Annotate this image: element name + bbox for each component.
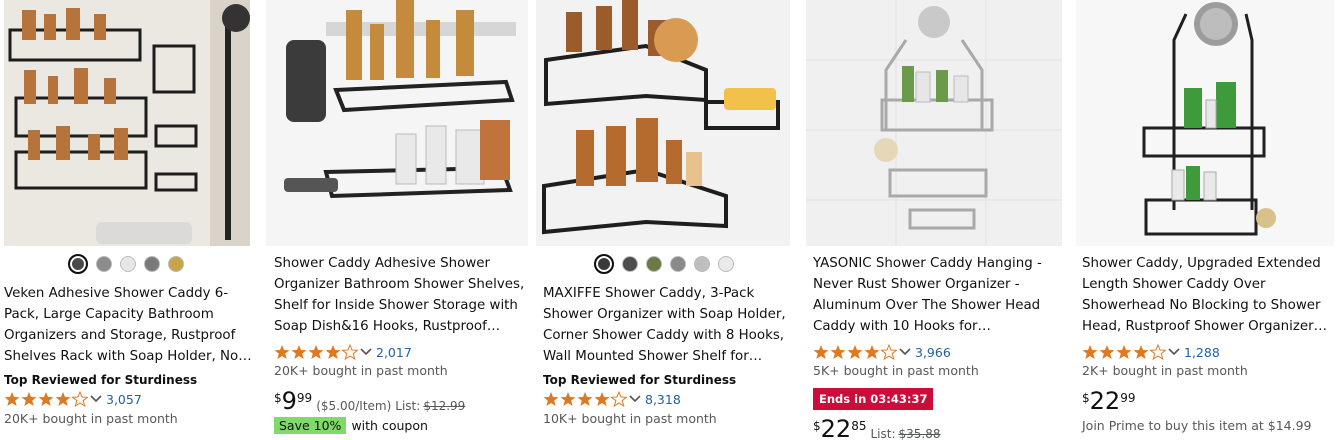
price[interactable]: $ 22 99: [1082, 388, 1135, 414]
star-rating: [543, 391, 627, 407]
product-image[interactable]: [536, 0, 790, 246]
color-swatch[interactable]: [96, 256, 112, 272]
product-image[interactable]: [266, 0, 528, 246]
shower-caddy-photo: [4, 0, 250, 246]
product-title[interactable]: Veken Adhesive Shower Caddy 6-Pack, Larg…: [4, 283, 252, 367]
deal-badge: Ends in 03:43:37: [813, 388, 934, 410]
list-price: $35.88: [898, 427, 941, 440]
stars-icon: [543, 391, 627, 407]
coupon-badge: Save 10%: [274, 417, 347, 434]
price-currency: $: [1082, 391, 1090, 405]
product-image[interactable]: [1076, 0, 1334, 246]
color-swatches[interactable]: [68, 254, 184, 274]
list-price-label: List:: [395, 399, 421, 413]
stars-icon: [813, 344, 897, 360]
price-currency: $: [274, 391, 282, 405]
color-swatch[interactable]: [144, 256, 160, 272]
rating-row[interactable]: 3,057: [4, 390, 142, 408]
bought-count: 10K+ bought in past month: [543, 411, 717, 426]
product-card[interactable]: Shower Caddy Adhesive Shower Organizer B…: [266, 0, 528, 440]
rating-row[interactable]: 1,288: [1082, 343, 1220, 361]
bought-count: 20K+ bought in past month: [274, 363, 448, 378]
price-whole: 22: [820, 415, 852, 440]
product-title[interactable]: MAXIFFE Shower Caddy, 3-Pack Shower Orga…: [543, 283, 795, 367]
shower-caddy-photo: [536, 0, 790, 246]
rating-row[interactable]: 8,318: [543, 390, 681, 408]
color-swatches[interactable]: [594, 254, 734, 274]
color-swatch[interactable]: [670, 256, 686, 272]
product-card[interactable]: MAXIFFE Shower Caddy, 3-Pack Shower Orga…: [536, 0, 798, 440]
rating-row[interactable]: 3,966: [813, 343, 951, 361]
product-title[interactable]: YASONIC Shower Caddy Hanging - Never Rus…: [813, 253, 1065, 337]
rating-count[interactable]: 8,318: [645, 392, 681, 407]
star-rating: [813, 344, 897, 360]
color-swatch[interactable]: [594, 254, 614, 274]
rating-count[interactable]: 3,966: [915, 345, 951, 360]
prime-offer[interactable]: Join Prime to buy this item at $14.99: [1082, 418, 1312, 433]
chevron-down-icon[interactable]: [360, 348, 372, 356]
shower-caddy-photo: [806, 0, 1062, 246]
stars-icon: [4, 391, 88, 407]
star-rating: [274, 344, 358, 360]
stars-icon: [1082, 344, 1166, 360]
price-fraction: 85: [851, 419, 867, 433]
rating-row[interactable]: 2,017: [274, 343, 412, 361]
coupon-text: with coupon: [351, 418, 428, 433]
product-card[interactable]: Veken Adhesive Shower Caddy 6-Pack, Larg…: [4, 0, 258, 440]
product-image[interactable]: [806, 0, 1062, 246]
price[interactable]: $ 22 85 List: $35.88: [813, 416, 941, 440]
color-swatch[interactable]: [120, 256, 136, 272]
product-card[interactable]: Shower Caddy, Upgraded Extended Length S…: [1076, 0, 1338, 440]
bought-count: 2K+ bought in past month: [1082, 363, 1248, 378]
color-swatch[interactable]: [694, 256, 710, 272]
chevron-down-icon[interactable]: [629, 395, 641, 403]
product-title[interactable]: Shower Caddy Adhesive Shower Organizer B…: [274, 253, 526, 337]
rating-count[interactable]: 1,288: [1184, 345, 1220, 360]
product-card[interactable]: YASONIC Shower Caddy Hanging - Never Rus…: [806, 0, 1068, 440]
list-price: $12.99: [423, 399, 466, 413]
price-fraction: 99: [296, 391, 313, 405]
rating-count[interactable]: 3,057: [106, 392, 142, 407]
product-badge: Top Reviewed for Sturdiness: [4, 373, 198, 387]
bought-count: 5K+ bought in past month: [813, 363, 979, 378]
color-swatch[interactable]: [646, 256, 662, 272]
shower-caddy-photo: [1076, 0, 1334, 246]
product-image[interactable]: [4, 0, 250, 246]
unit-price: ($5.00/Item): [316, 399, 392, 413]
star-rating: [4, 391, 88, 407]
price-fraction: 99: [1120, 391, 1136, 405]
product-title[interactable]: Shower Caddy, Upgraded Extended Length S…: [1082, 253, 1336, 337]
color-swatch[interactable]: [68, 254, 88, 274]
product-badge: Top Reviewed for Sturdiness: [543, 373, 737, 387]
shower-caddy-photo: [266, 0, 528, 246]
price-currency: $: [813, 419, 821, 433]
color-swatch[interactable]: [622, 256, 638, 272]
chevron-down-icon[interactable]: [899, 348, 911, 356]
rating-count[interactable]: 2,017: [376, 345, 412, 360]
chevron-down-icon[interactable]: [1168, 348, 1180, 356]
list-price-label: List:: [870, 427, 896, 440]
bought-count: 20K+ bought in past month: [4, 411, 178, 426]
stars-icon: [274, 344, 358, 360]
price-whole: 9: [281, 387, 297, 415]
chevron-down-icon[interactable]: [90, 395, 102, 403]
color-swatch[interactable]: [718, 256, 734, 272]
price[interactable]: $ 9 99 ($5.00/Item) List: $12.99: [274, 388, 465, 414]
coupon-row[interactable]: Save 10% with coupon: [274, 417, 428, 434]
star-rating: [1082, 344, 1166, 360]
color-swatch[interactable]: [168, 256, 184, 272]
price-whole: 22: [1089, 387, 1121, 415]
